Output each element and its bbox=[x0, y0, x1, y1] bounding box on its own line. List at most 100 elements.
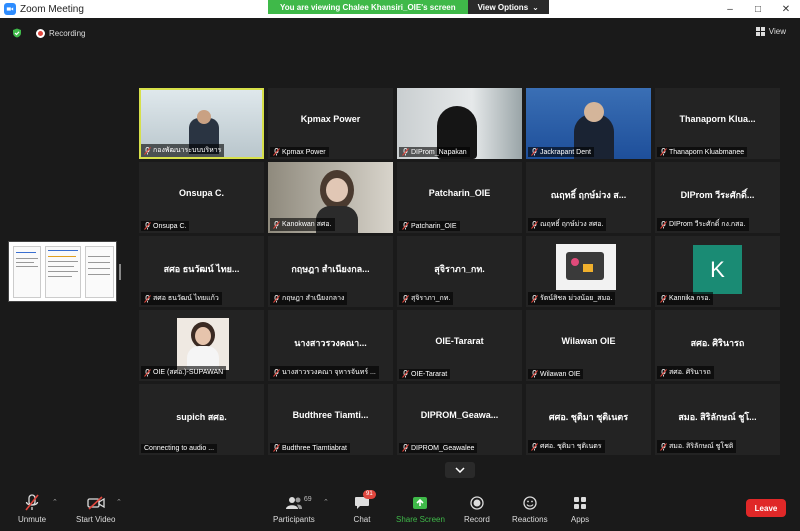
mic-muted-icon bbox=[531, 370, 538, 378]
reactions-button[interactable]: Reactions bbox=[512, 494, 548, 524]
participant-tile[interactable]: ศศอ. ชุติมา ชุติเนตร ศศอ. ชุติมา ชุติเนตร bbox=[526, 384, 651, 455]
participant-tile[interactable]: Kpmax Power Kpmax Power bbox=[268, 88, 393, 159]
participants-button[interactable]: 69 Participants bbox=[273, 494, 315, 524]
leave-button[interactable]: Leave bbox=[746, 499, 786, 517]
view-label: View bbox=[768, 27, 786, 36]
participant-display-name: OIE-Tararat bbox=[435, 336, 484, 346]
mic-muted-icon bbox=[273, 220, 280, 229]
participant-name: Budthree Tiamtiabrat bbox=[282, 444, 347, 452]
more-participants-chevron[interactable] bbox=[445, 462, 475, 478]
apps-button[interactable]: Apps bbox=[570, 494, 590, 524]
participant-name-label: สศอ. ศิรินารถ bbox=[657, 366, 714, 379]
reactions-label: Reactions bbox=[512, 515, 548, 524]
participant-tile[interactable]: สศอ ธนวัฒน์ ไทย... สศอ ธนวัฒน์ ไทยแก้ว bbox=[139, 236, 264, 307]
share-screen-label: Share Screen bbox=[396, 515, 445, 524]
mic-muted-icon bbox=[402, 444, 409, 452]
mic-muted-icon bbox=[144, 368, 151, 377]
recording-label[interactable]: Recording bbox=[49, 29, 85, 38]
close-icon[interactable]: ✕ bbox=[772, 0, 800, 18]
participant-display-name: สมอ. สิริลักษณ์ ชูโ... bbox=[678, 412, 757, 422]
participant-tile[interactable]: กองพัฒนาระบบบริหาร bbox=[139, 88, 264, 159]
participant-tile[interactable]: OIE (สศอ.)-SUPAWAN bbox=[139, 310, 264, 381]
mic-muted-icon bbox=[402, 148, 409, 156]
participant-name: สมอ. สิริลักษณ์ ชูโชติ bbox=[669, 443, 734, 450]
mic-muted-icon bbox=[144, 146, 151, 155]
mic-muted-icon bbox=[531, 220, 538, 229]
participants-label: Participants bbox=[273, 515, 315, 524]
participant-tile[interactable]: Kanokwan สศอ. bbox=[268, 162, 393, 233]
participant-tile[interactable]: DIProm_Napakan bbox=[397, 88, 522, 159]
maximize-icon[interactable]: □ bbox=[744, 0, 772, 18]
participant-display-name: supich สศอ. bbox=[176, 412, 227, 422]
participant-name-label: Thanaporn Kluabmanee bbox=[657, 147, 748, 157]
participant-tile[interactable]: supich สศอ. Connecting to audio ... bbox=[139, 384, 264, 455]
participant-name: รัตน์สิชล ม่วงน้อย_สมอ. bbox=[540, 295, 613, 302]
participant-name-label: Kpmax Power bbox=[270, 147, 329, 157]
participant-name: สุจิราภา_กท. bbox=[411, 295, 451, 302]
participant-name-label: Patcharin_OIE bbox=[399, 221, 460, 231]
thumbnail-resize-handle[interactable] bbox=[119, 264, 121, 280]
chevron-down-icon bbox=[455, 467, 465, 473]
participant-tile[interactable]: Thanaporn Klua... Thanaporn Kluabmanee bbox=[655, 88, 780, 159]
participant-name-label: Kanokwan สศอ. bbox=[270, 218, 335, 231]
audio-options-caret[interactable]: ⌃ bbox=[52, 498, 58, 506]
participants-icon bbox=[285, 497, 302, 509]
participant-tile[interactable]: รัตน์สิชล ม่วงน้อย_สมอ. bbox=[526, 236, 651, 307]
grid-view-icon bbox=[755, 27, 765, 36]
participant-tile[interactable]: DIProm วีระศักดิ์... DIProm วีระศักดิ์ กง… bbox=[655, 162, 780, 233]
participant-tile[interactable]: Wilawan OIE Wilawan OIE bbox=[526, 310, 651, 381]
participant-tile[interactable]: Onsupa C. Onsupa C. bbox=[139, 162, 264, 233]
share-screen-button[interactable]: Share Screen bbox=[396, 494, 445, 524]
participant-name: กฤษฎา สำเนียงกลาง bbox=[282, 295, 345, 302]
participant-tile[interactable]: สุจิราภา_กท. สุจิราภา_กท. bbox=[397, 236, 522, 307]
video-grid: กองพัฒนาระบบบริหาร Kpmax Power Kpmax Power… bbox=[139, 88, 780, 458]
participant-tile[interactable]: สศอ. ศิรินารถ สศอ. ศิรินารถ bbox=[655, 310, 780, 381]
participant-tile[interactable]: กฤษฎา สำเนียงกล... กฤษฎา สำเนียงกลาง bbox=[268, 236, 393, 307]
participant-name: DIProm_Napakan bbox=[411, 148, 467, 156]
view-options-button[interactable]: View Options ⌄ bbox=[467, 0, 549, 14]
participant-name: DIProm วีระศักดิ์ กง.กสอ. bbox=[669, 221, 746, 228]
shared-screen-thumbnail[interactable] bbox=[8, 241, 117, 302]
participant-name-label: OIE (สศอ.)-SUPAWAN bbox=[141, 366, 227, 379]
participant-tile[interactable]: Jackrapant Dent bbox=[526, 88, 651, 159]
participant-name: OIE (สศอ.)-SUPAWAN bbox=[153, 369, 224, 376]
participant-name: ณฤทธิ์ ฤกษ์ม่วง สศอ. bbox=[540, 221, 604, 228]
chat-button[interactable]: 91 Chat bbox=[352, 490, 376, 524]
participant-display-name: ศศอ. ชุติมา ชุติเนตร bbox=[548, 412, 629, 422]
participant-tile[interactable]: ณฤทธิ์ ฤกษ์ม่วง ส... ณฤทธิ์ ฤกษ์ม่วง สศอ. bbox=[526, 162, 651, 233]
participant-name-label: DIPROM_Geawalee bbox=[399, 443, 478, 453]
apps-label: Apps bbox=[570, 515, 590, 524]
participant-tile[interactable]: Budthree Tiamti... Budthree Tiamtiabrat bbox=[268, 384, 393, 455]
participant-video bbox=[195, 327, 211, 345]
participant-tile[interactable]: OIE-Tararat OIE-Tararat bbox=[397, 310, 522, 381]
participant-tile[interactable]: Patcharin_OIE Patcharin_OIE bbox=[397, 162, 522, 233]
participant-tile[interactable]: DIPROM_Geawa... DIPROM_Geawalee bbox=[397, 384, 522, 455]
view-button[interactable]: View bbox=[755, 27, 786, 36]
participant-name: กองพัฒนาระบบบริหาร bbox=[153, 147, 222, 154]
participants-options-caret[interactable]: ⌃ bbox=[323, 498, 329, 506]
mic-muted-icon bbox=[273, 368, 280, 377]
participant-name: สศอ. ศิรินารถ bbox=[669, 369, 711, 376]
unmute-button[interactable]: Unmute bbox=[18, 494, 46, 524]
security-shield-icon[interactable] bbox=[12, 28, 22, 38]
mic-muted-icon bbox=[273, 294, 280, 303]
participant-display-name: กฤษฎา สำเนียงกล... bbox=[291, 264, 370, 274]
record-button[interactable]: Record bbox=[464, 494, 490, 524]
record-label: Record bbox=[464, 515, 490, 524]
window-title: Zoom Meeting bbox=[20, 3, 84, 15]
mic-muted-icon bbox=[531, 294, 538, 303]
viewing-screen-label: You are viewing Chalee Khansiri_OIE's sc… bbox=[268, 0, 468, 14]
record-icon bbox=[470, 496, 484, 510]
participant-video bbox=[584, 102, 604, 122]
participant-name-label: Connecting to audio ... bbox=[141, 444, 218, 453]
participant-tile[interactable]: K Kannika กรอ. bbox=[655, 236, 780, 307]
participant-name-label: Wilawan OIE bbox=[528, 369, 584, 379]
participant-display-name: Wilawan OIE bbox=[561, 336, 616, 346]
video-options-caret[interactable]: ⌃ bbox=[116, 498, 122, 506]
start-video-button[interactable]: Start Video bbox=[76, 494, 115, 524]
participant-name-label: ศศอ. ชุติมา ชุติเนตร bbox=[528, 440, 605, 453]
participant-name-label: Jackrapant Dent bbox=[528, 147, 594, 157]
minimize-icon[interactable]: – bbox=[716, 0, 744, 18]
participant-tile[interactable]: นางสาวรวงคณา... นางสาวรวงคณา จุหารจันทร์ … bbox=[268, 310, 393, 381]
participant-tile[interactable]: สมอ. สิริลักษณ์ ชูโ... สมอ. สิริลักษณ์ ชู… bbox=[655, 384, 780, 455]
